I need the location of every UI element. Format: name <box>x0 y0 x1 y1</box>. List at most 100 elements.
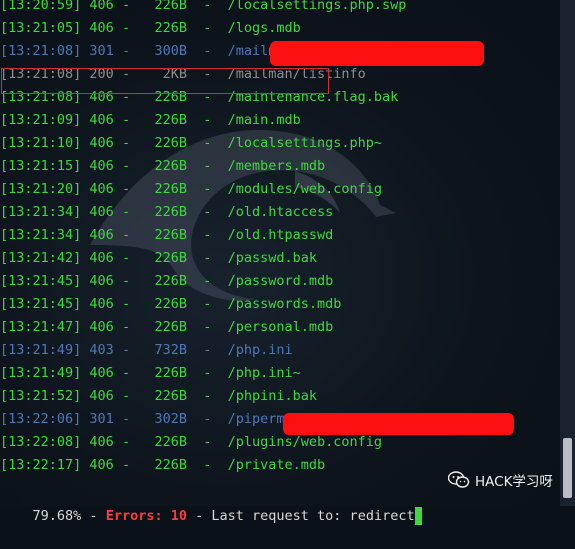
log-status-code: 406 <box>89 112 114 128</box>
log-sep: - <box>186 457 228 473</box>
log-path: /phpini.bak <box>227 388 318 404</box>
log-sep: - <box>186 112 228 128</box>
log-status-code: 406 <box>89 0 114 13</box>
log-time: [13:21:10] <box>0 135 82 151</box>
log-sep: - <box>113 43 147 59</box>
scrollbar-thumb[interactable] <box>563 438 572 498</box>
log-path: /localsettings.php.swp <box>227 0 407 13</box>
log-time: [13:21:15] <box>0 158 82 174</box>
log-time: [13:21:20] <box>0 181 82 197</box>
log-status-code: 406 <box>89 296 114 312</box>
log-line: [13:21:15] 406 - 226B - /members.mdb <box>0 155 325 177</box>
log-sep: - <box>186 181 228 197</box>
log-sep: - <box>113 388 147 404</box>
log-size: 226B <box>146 319 187 335</box>
log-sep: - <box>113 0 147 13</box>
progress-percent: 79.68% <box>32 508 82 524</box>
errors-label: Errors: <box>105 508 163 524</box>
log-status-code: 406 <box>89 135 114 151</box>
log-line: [13:21:34] 406 - 226B - /old.htpasswd <box>0 224 333 246</box>
log-sep: - <box>186 388 228 404</box>
wechat-icon <box>448 471 470 488</box>
log-sep: - <box>186 273 228 289</box>
log-path: /plugins/web.config <box>227 434 383 450</box>
log-sep: - <box>186 43 228 59</box>
log-line: [13:21:34] 406 - 226B - /old.htaccess <box>0 201 333 223</box>
last-request-text: Last request to: redirect <box>211 508 415 524</box>
log-status-code: 403 <box>89 342 114 358</box>
log-sep: - <box>186 204 228 220</box>
log-sep: - <box>113 411 147 427</box>
log-path: /members.mdb <box>227 158 326 174</box>
status-line: 79.68% - Errors: 10 - Last request to: r… <box>0 483 422 525</box>
log-sep: - <box>113 227 147 243</box>
log-status-code: 406 <box>89 319 114 335</box>
log-sep: - <box>186 434 228 450</box>
log-size: 226B <box>146 112 187 128</box>
watermark-text: HACK学习呀 <box>475 474 553 490</box>
log-sep: - <box>113 250 147 266</box>
log-status-code: 406 <box>89 181 114 197</box>
log-size: 226B <box>146 158 187 174</box>
log-size: 226B <box>146 250 187 266</box>
log-time: [13:22:17] <box>0 457 82 473</box>
log-time: [13:21:49] <box>0 365 82 381</box>
log-size: 732B <box>146 342 187 358</box>
log-line: [13:21:49] 403 - 732B - /php.ini <box>0 339 293 361</box>
log-sep: - <box>113 365 147 381</box>
log-size: 226B <box>146 227 187 243</box>
log-sep: - <box>113 342 147 358</box>
log-sep: - <box>186 296 228 312</box>
log-size: 300B <box>146 43 187 59</box>
log-time: [13:21:42] <box>0 250 82 266</box>
log-line: [13:21:09] 406 - 226B - /main.mdb <box>0 109 301 131</box>
log-status-code: 406 <box>89 250 114 266</box>
text-cursor <box>414 507 422 525</box>
log-status-code: 406 <box>89 273 114 289</box>
log-size: 226B <box>146 20 187 36</box>
log-status-code: 406 <box>89 204 114 220</box>
log-path: /old.htaccess <box>227 204 334 220</box>
log-line: [13:21:49] 406 - 226B - /php.ini~ <box>0 362 301 384</box>
errors-count: 10 <box>170 508 187 524</box>
log-time: [13:22:06] <box>0 411 82 427</box>
log-sep: - <box>186 250 228 266</box>
log-time: [13:21:05] <box>0 20 82 36</box>
log-size: 302B <box>146 411 187 427</box>
log-status-code: 406 <box>89 365 114 381</box>
log-sep: - <box>113 296 147 312</box>
terminal-window[interactable]: [13:20:59] 406 - 226B - /localsettings.p… <box>0 0 560 525</box>
log-path: /personal.mdb <box>227 319 334 335</box>
log-path: /password.mdb <box>227 273 334 289</box>
log-time: [13:21:09] <box>0 112 82 128</box>
log-status-code: 406 <box>89 20 114 36</box>
log-status-code: 406 <box>89 434 114 450</box>
log-sep: - <box>186 319 228 335</box>
log-time: [13:20:59] <box>0 0 82 13</box>
log-size: 226B <box>146 296 187 312</box>
log-line: [13:22:17] 406 - 226B - /private.mdb <box>0 454 325 476</box>
log-sep: - <box>186 158 228 174</box>
log-status-code: 301 <box>89 43 114 59</box>
log-line: [13:21:42] 406 - 226B - /passwd.bak <box>0 247 317 269</box>
vertical-scrollbar[interactable] <box>560 0 575 506</box>
log-size: 226B <box>146 434 187 450</box>
log-time: [13:21:47] <box>0 319 82 335</box>
log-sep: - <box>113 434 147 450</box>
log-line: [13:20:59] 406 - 226B - /localsettings.p… <box>0 0 406 16</box>
log-sep: - <box>186 135 228 151</box>
log-time: [13:22:08] <box>0 434 82 450</box>
log-status-code: 406 <box>89 158 114 174</box>
log-time: [13:21:08] <box>0 43 82 59</box>
log-line: [13:21:52] 406 - 226B - /phpini.bak <box>0 385 317 407</box>
log-sep: - <box>113 112 147 128</box>
log-path: /private.mdb <box>227 457 326 473</box>
log-path: /old.htpasswd <box>227 227 334 243</box>
log-size: 226B <box>146 0 187 13</box>
log-time: [13:21:52] <box>0 388 82 404</box>
log-size: 226B <box>146 273 187 289</box>
log-line: [13:21:05] 406 - 226B - /logs.mdb <box>0 17 301 39</box>
log-path: /php.ini~ <box>227 365 301 381</box>
log-path: /passwd.bak <box>227 250 318 266</box>
log-path: /logs.mdb <box>227 20 301 36</box>
